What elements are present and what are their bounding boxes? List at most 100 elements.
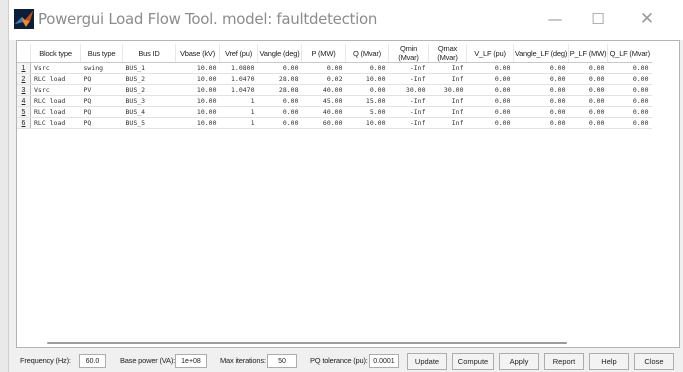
close-window-button[interactable]: ✕	[624, 4, 670, 34]
table-cell[interactable]: 0.00	[513, 106, 569, 118]
table-cell[interactable]: 0.00	[513, 62, 569, 74]
table-row[interactable]: 3 Vsrc PV BUS_2 10.00 1.0470 28.08 40.00 0.00 30.…	[17, 84, 652, 96]
table-cell[interactable]: 0.00	[257, 95, 302, 107]
table-cell[interactable]: 60.00	[301, 117, 346, 129]
table-cell[interactable]: 1.0800	[219, 62, 258, 74]
load-flow-table[interactable]: Block type Bus type Bus ID Vbase (kV) Vref (…	[16, 40, 680, 348]
table-cell[interactable]: 0.02	[301, 73, 346, 85]
table-cell[interactable]: RLC load	[30, 117, 81, 129]
table-cell[interactable]: 0.00	[607, 117, 652, 129]
table-cell[interactable]: 30.00	[428, 84, 467, 96]
table-row[interactable]: 4 RLC load PQ BUS_3 10.00 1 0.00 45.00 15.00 -Inf…	[17, 95, 652, 107]
table-cell[interactable]: 0.00	[345, 62, 389, 74]
table-cell[interactable]: 0.00	[568, 62, 608, 74]
table-cell[interactable]: 0.00	[568, 95, 608, 107]
table-cell[interactable]: 0.00	[568, 117, 608, 129]
minimize-button[interactable]: —	[532, 4, 578, 34]
table-cell[interactable]: PQ	[80, 106, 123, 118]
table-cell[interactable]: 10.00	[175, 73, 220, 85]
table-cell[interactable]: 0.00	[466, 84, 514, 96]
table-cell[interactable]: 45.00	[301, 95, 346, 107]
table-cell[interactable]: -Inf	[388, 62, 429, 74]
table-cell[interactable]: 28.08	[257, 84, 302, 96]
table-cell[interactable]: 0.00	[607, 62, 652, 74]
frequency-input[interactable]: 60.0	[79, 354, 106, 368]
table-cell[interactable]: -Inf	[388, 73, 429, 85]
table-cell[interactable]: 5.00	[345, 106, 389, 118]
table-cell[interactable]: Inf	[428, 95, 467, 107]
maximize-button[interactable]: ☐	[575, 4, 621, 34]
table-cell[interactable]: 10.00	[175, 95, 220, 107]
table-cell[interactable]: PQ	[80, 73, 123, 85]
table-cell[interactable]: BUS_2	[122, 73, 176, 85]
table-cell[interactable]: 0.00	[513, 117, 569, 129]
row-index[interactable]: 4	[17, 95, 31, 107]
table-cell[interactable]: 0.00	[513, 95, 569, 107]
table-cell[interactable]: 0.00	[257, 106, 302, 118]
table-cell[interactable]: 0.00	[513, 84, 569, 96]
table-cell[interactable]: RLC load	[30, 95, 81, 107]
table-cell[interactable]: 0.00	[568, 73, 608, 85]
table-cell[interactable]: 0.00	[568, 84, 608, 96]
table-cell[interactable]: 1	[219, 95, 258, 107]
table-cell[interactable]: -Inf	[388, 106, 429, 118]
table-cell[interactable]: 0.00	[568, 106, 608, 118]
table-cell[interactable]: 10.00	[175, 106, 220, 118]
table-cell[interactable]: Inf	[428, 117, 467, 129]
table-row[interactable]: 2 RLC load PQ BUS_2 10.00 1.0470 28.08 0.02 10.0…	[17, 73, 652, 85]
table-cell[interactable]: PQ	[80, 95, 123, 107]
table-cell[interactable]: BUS_3	[122, 95, 176, 107]
table-row[interactable]: 1 Vsrc swing BUS_1 10.00 1.0800 0.00 0.00 0.00 -I…	[17, 62, 652, 74]
table-cell[interactable]: 40.00	[301, 84, 346, 96]
row-index[interactable]: 6	[17, 117, 31, 129]
table-cell[interactable]: swing	[80, 62, 123, 74]
table-cell[interactable]: 0.00	[607, 84, 652, 96]
table-row[interactable]: 5 RLC load PQ BUS_4 10.00 1 0.00 40.00 5.00 -Inf I…	[17, 106, 652, 118]
help-button[interactable]: Help	[589, 353, 629, 370]
row-index[interactable]: 5	[17, 106, 31, 118]
close-button[interactable]: Close	[634, 353, 674, 370]
table-cell[interactable]: 10.00	[175, 84, 220, 96]
table-cell[interactable]: 10.00	[175, 62, 220, 74]
table-cell[interactable]: 40.00	[301, 106, 346, 118]
table-cell[interactable]: PQ	[80, 117, 123, 129]
pq-tolerance-input[interactable]: 0.0001	[369, 354, 399, 368]
table-cell[interactable]: 1.0470	[219, 84, 258, 96]
table-cell[interactable]: 0.00	[301, 62, 346, 74]
table-cell[interactable]: PV	[80, 84, 123, 96]
table-cell[interactable]: 0.00	[607, 73, 652, 85]
table-cell[interactable]: 1.0470	[219, 73, 258, 85]
table-cell[interactable]: 0.00	[257, 117, 302, 129]
table-cell[interactable]: 0.00	[466, 62, 514, 74]
max-iterations-input[interactable]: 50	[267, 354, 297, 368]
table-cell[interactable]: 0.00	[466, 106, 514, 118]
table-cell[interactable]: RLC load	[30, 106, 81, 118]
table-cell[interactable]: 0.00	[513, 73, 569, 85]
table-cell[interactable]: Inf	[428, 73, 467, 85]
table-cell[interactable]: 30.00	[388, 84, 429, 96]
table-cell[interactable]: 0.00	[466, 73, 514, 85]
table-cell[interactable]: 0.00	[607, 95, 652, 107]
row-index[interactable]: 3	[17, 84, 31, 96]
update-button[interactable]: Update	[407, 353, 447, 370]
report-button[interactable]: Report	[544, 353, 584, 370]
table-cell[interactable]: 10.00	[175, 117, 220, 129]
table-cell[interactable]: Inf	[428, 106, 467, 118]
table-cell[interactable]: 1	[219, 106, 258, 118]
table-cell[interactable]: 10.00	[345, 73, 389, 85]
table-cell[interactable]: BUS_4	[122, 106, 176, 118]
table-cell[interactable]: 0.00	[466, 95, 514, 107]
table-cell[interactable]: 0.00	[466, 117, 514, 129]
table-cell[interactable]: BUS_5	[122, 117, 176, 129]
apply-button[interactable]: Apply	[499, 353, 539, 370]
table-cell[interactable]: BUS_1	[122, 62, 176, 74]
table-row[interactable]: 6 RLC load PQ BUS_5 10.00 1 0.00 60.00 10.00 -Inf…	[17, 117, 652, 129]
horizontal-scrollbar[interactable]	[47, 342, 567, 344]
table-cell[interactable]: 10.00	[345, 117, 389, 129]
row-index[interactable]: 1	[17, 62, 31, 74]
table-cell[interactable]: 15.00	[345, 95, 389, 107]
table-cell[interactable]: RLC load	[30, 73, 81, 85]
table-cell[interactable]: 0.00	[257, 62, 302, 74]
table-cell[interactable]: Vsrc	[30, 84, 81, 96]
row-index[interactable]: 2	[17, 73, 31, 85]
